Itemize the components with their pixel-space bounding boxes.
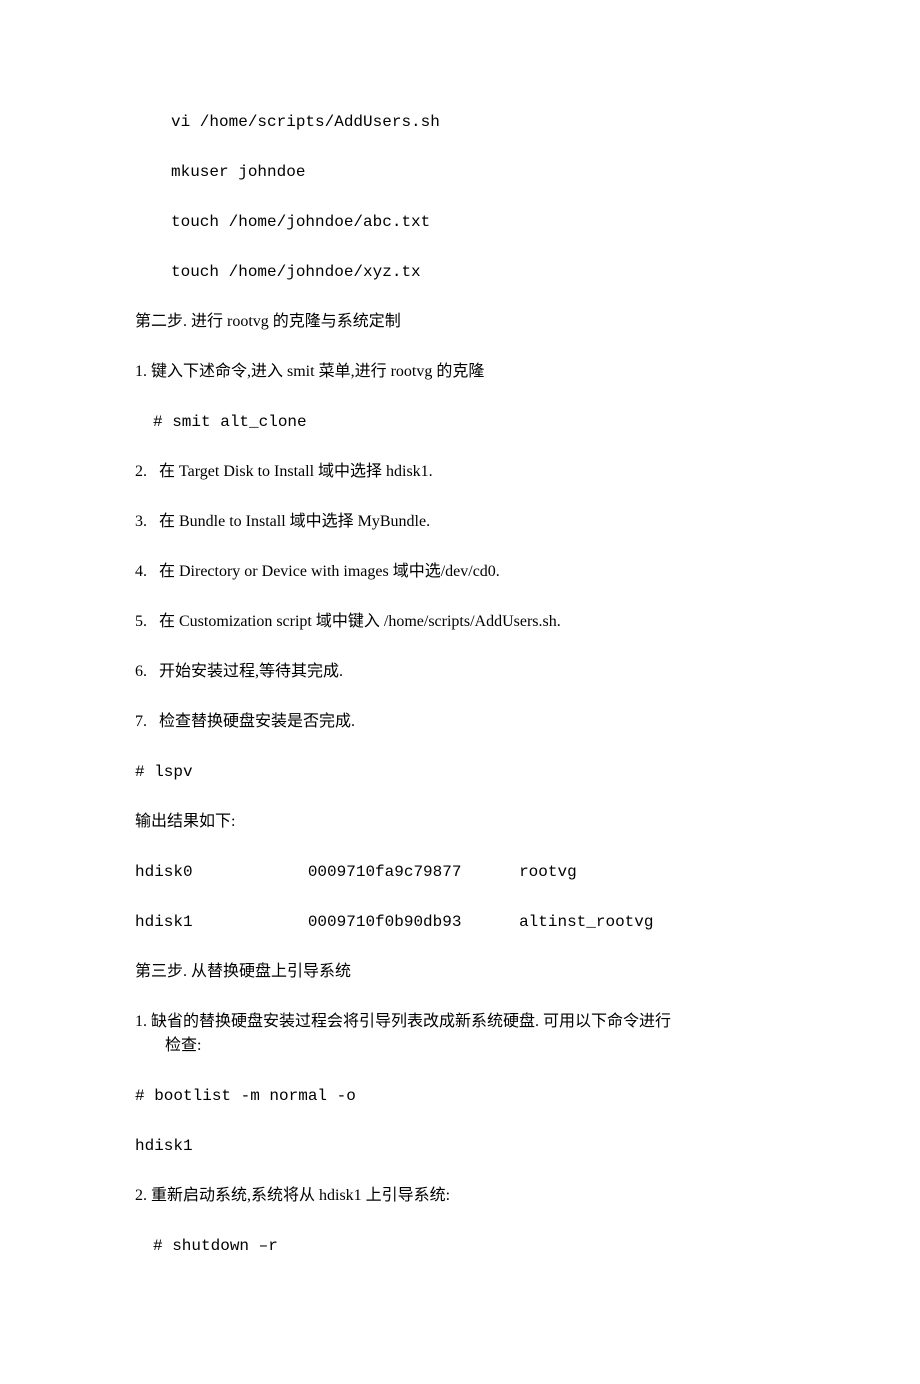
text-line: 检查:: [135, 1034, 785, 1058]
code-line: touch /home/johndoe/abc.txt: [135, 210, 785, 234]
output-line: hdisk0 0009710fa9c79877 rootvg: [135, 860, 785, 884]
step-heading: 第三步. 从替换硬盘上引导系统: [135, 960, 785, 984]
code-line: # smit alt_clone: [135, 410, 785, 434]
code-line: touch /home/johndoe/xyz.tx: [135, 260, 785, 284]
numbered-item: 5. 在 Customization script 域中键入 /home/scr…: [135, 610, 785, 634]
document-page: vi /home/scripts/AddUsers.sh mkuser john…: [0, 0, 920, 1384]
text-line: 输出结果如下:: [135, 810, 785, 834]
code-line: # bootlist -m normal -o: [135, 1084, 785, 1108]
output-line: hdisk1: [135, 1134, 785, 1158]
numbered-item: 3. 在 Bundle to Install 域中选择 MyBundle.: [135, 510, 785, 534]
output-line: hdisk1 0009710f0b90db93 altinst_rootvg: [135, 910, 785, 934]
text-line: 1. 缺省的替换硬盘安装过程会将引导列表改成新系统硬盘. 可用以下命令进行: [135, 1010, 785, 1034]
numbered-item: 2. 在 Target Disk to Install 域中选择 hdisk1.: [135, 460, 785, 484]
code-line: vi /home/scripts/AddUsers.sh: [135, 110, 785, 134]
numbered-item: 6. 开始安装过程,等待其完成.: [135, 660, 785, 684]
numbered-item: 1. 键入下述命令,进入 smit 菜单,进行 rootvg 的克隆: [135, 360, 785, 384]
code-line: mkuser johndoe: [135, 160, 785, 184]
numbered-item: 1. 缺省的替换硬盘安装过程会将引导列表改成新系统硬盘. 可用以下命令进行 检查…: [135, 1010, 785, 1058]
step-heading: 第二步. 进行 rootvg 的克隆与系统定制: [135, 310, 785, 334]
numbered-item: 4. 在 Directory or Device with images 域中选…: [135, 560, 785, 584]
numbered-item: 7. 检查替换硬盘安装是否完成.: [135, 710, 785, 734]
code-line: # lspv: [135, 760, 785, 784]
code-line: # shutdown –r: [135, 1234, 785, 1258]
numbered-item: 2. 重新启动系统,系统将从 hdisk1 上引导系统:: [135, 1184, 785, 1208]
